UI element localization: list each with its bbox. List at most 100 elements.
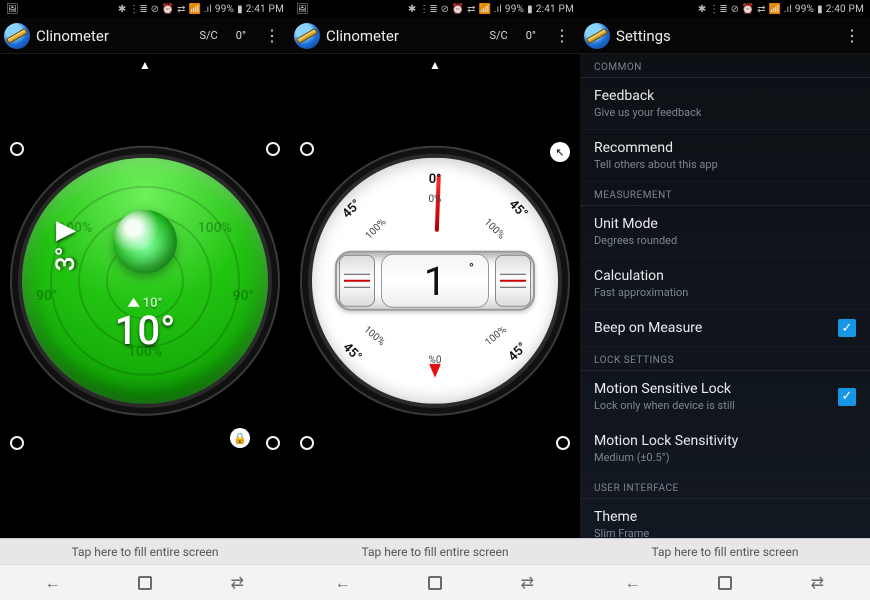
nav-back-icon[interactable]: ← — [613, 573, 653, 593]
settings-row-unit-mode[interactable]: Unit Mode Degrees rounded — [580, 206, 870, 258]
status-bar: ✱ ⋮≣ ⊘ ⏰ ⇄ 📶 .ıl 99% ▮ 2:40 PM — [580, 0, 870, 18]
app-logo-icon — [294, 23, 320, 49]
odometer: 1° — [335, 251, 535, 311]
app-bar: Settings ⋮ — [580, 18, 870, 54]
corner-marker — [266, 436, 280, 450]
dial-pct: 100% — [481, 217, 506, 242]
checkbox-checked-icon[interactable]: ✓ — [838, 319, 856, 337]
pane-clinometer-bubble: 🖼 ✱ ⋮≣ ⊘ ⏰ ⇄ 📶 .ıl 99% ▮ 2:41 PM Clinome… — [0, 0, 290, 600]
gauge-canvas[interactable]: ▲ 🔒 90° 90° 100% 100% 100% 3°▶ 10° 10° — [0, 54, 290, 538]
gauge-canvas[interactable]: ▲ ↖ 0° 45° 45° 45° 45° 0% 100% 100% %0 1… — [290, 54, 580, 538]
clock: 2:40 PM — [826, 4, 864, 15]
notif-icon: 🖼 — [296, 4, 309, 15]
nav-recent-icon[interactable]: ⇄ — [217, 573, 257, 592]
clock: 2:41 PM — [246, 4, 284, 15]
faint-scale: 90° — [36, 288, 57, 304]
dial-pct: 100% — [361, 324, 387, 348]
corner-marker — [556, 436, 570, 450]
settings-row-feedback[interactable]: Feedback Give us your feedback — [580, 78, 870, 130]
checkbox-checked-icon[interactable]: ✓ — [838, 388, 856, 406]
android-nav-bar: ← ⇄ — [0, 564, 290, 600]
status-bar: 🖼 ✱ ⋮≣ ⊘ ⏰ ⇄ 📶 .ıl 99% ▮ 2:41 PM — [0, 0, 290, 18]
battery-pct: 99% — [215, 4, 234, 15]
app-bar: Clinometer S/C 0° ⋮ — [290, 18, 580, 54]
lock-button[interactable]: 🔒 — [230, 428, 250, 448]
section-header: MEASUREMENT — [580, 182, 870, 206]
corner-marker — [10, 142, 24, 156]
battery-pct: 99% — [505, 4, 524, 15]
nav-home-icon[interactable] — [428, 576, 442, 590]
settings-row-beep[interactable]: Beep on Measure ✓ — [580, 310, 870, 347]
app-title: Clinometer — [326, 27, 399, 45]
corner-marker — [300, 142, 314, 156]
fill-screen-hint[interactable]: Tap here to fill entire screen — [290, 538, 580, 564]
three-pane-layout: 🖼 ✱ ⋮≣ ⊘ ⏰ ⇄ 📶 .ıl 99% ▮ 2:41 PM Clinome… — [0, 0, 870, 600]
dial-label: 45° — [340, 340, 365, 365]
section-header: COMMON — [580, 54, 870, 78]
pane-clinometer-dial: 🖼 ✱ ⋮≣ ⊘ ⏰ ⇄ 📶 .ıl 99% ▮ 2:41 PM Clinome… — [290, 0, 580, 600]
app-logo-icon — [4, 23, 30, 49]
mode-sc-button[interactable]: S/C — [193, 29, 223, 42]
zero-deg-button[interactable]: 0° — [520, 29, 542, 42]
overflow-menu-icon[interactable]: ⋮ — [258, 28, 286, 44]
faint-scale: 100% — [198, 220, 232, 236]
corner-marker — [300, 436, 314, 450]
fill-screen-hint[interactable]: Tap here to fill entire screen — [0, 538, 290, 564]
angle-reading: 10° 10° — [115, 296, 176, 351]
section-header: LOCK SETTINGS — [580, 347, 870, 371]
side-angle-reading: 3°▶ — [51, 222, 81, 271]
dial-label: 45° — [506, 340, 531, 365]
corner-marker — [10, 436, 24, 450]
status-icons: ✱ ⋮≣ ⊘ ⏰ ⇄ 📶 .ıl — [698, 4, 792, 15]
dial-pct: 100% — [364, 217, 389, 242]
notif-icon: 🖼 — [6, 4, 19, 15]
app-bar: Clinometer S/C 0° ⋮ — [0, 18, 290, 54]
settings-row-motion-lock[interactable]: Motion Sensitive Lock Lock only when dev… — [580, 371, 870, 423]
dial-gauge: 0° 45° 45° 45° 45° 0% 100% 100% %0 100% … — [308, 154, 562, 408]
battery-pct: 99% — [795, 4, 814, 15]
bubble-gauge: 90° 90° 100% 100% 100% 3°▶ 10° 10° — [18, 154, 272, 408]
nav-home-icon[interactable] — [138, 576, 152, 590]
app-title: Settings — [616, 27, 671, 45]
faint-scale: 90° — [233, 288, 254, 304]
app-title: Clinometer — [36, 27, 109, 45]
status-bar: 🖼 ✱ ⋮≣ ⊘ ⏰ ⇄ 📶 .ıl 99% ▮ 2:41 PM — [290, 0, 580, 18]
zero-deg-button[interactable]: 0° — [230, 29, 252, 42]
status-icons: ✱ ⋮≣ ⊘ ⏰ ⇄ 📶 .ıl — [408, 4, 502, 15]
dial-pct: 100% — [483, 324, 509, 348]
nav-recent-icon[interactable]: ⇄ — [507, 573, 547, 592]
orientation-arrow-icon: ▲ — [139, 58, 151, 72]
orientation-arrow-icon: ▲ — [429, 58, 441, 72]
settings-list[interactable]: COMMON Feedback Give us your feedback Re… — [580, 54, 870, 538]
needle-bottom-icon — [429, 364, 441, 378]
settings-row-lock-sensitivity[interactable]: Motion Lock Sensitivity Medium (±0.5°) — [580, 423, 870, 475]
android-nav-bar: ← ⇄ — [290, 564, 580, 600]
fill-screen-hint[interactable]: Tap here to fill entire screen — [580, 538, 870, 564]
nav-recent-icon[interactable]: ⇄ — [797, 573, 837, 592]
corner-marker — [266, 142, 280, 156]
odometer-value: 1° — [381, 254, 489, 308]
settings-row-recommend[interactable]: Recommend Tell others about this app — [580, 130, 870, 182]
battery-icon: ▮ — [237, 4, 243, 15]
settings-row-calculation[interactable]: Calculation Fast approximation — [580, 258, 870, 310]
section-header: USER INTERFACE — [580, 475, 870, 499]
battery-icon: ▮ — [527, 4, 533, 15]
overflow-menu-icon[interactable]: ⋮ — [548, 28, 576, 44]
nav-home-icon[interactable] — [718, 576, 732, 590]
app-logo-icon — [584, 23, 610, 49]
mode-sc-button[interactable]: S/C — [483, 29, 513, 42]
battery-icon: ▮ — [817, 4, 823, 15]
dial-label: 45° — [340, 197, 365, 222]
main-angle: 10° — [115, 311, 176, 351]
clock: 2:41 PM — [536, 4, 574, 15]
dial-label: 45° — [506, 197, 531, 222]
dial-label: 0° — [429, 172, 441, 187]
overflow-menu-icon[interactable]: ⋮ — [838, 28, 866, 44]
pane-settings: ✱ ⋮≣ ⊘ ⏰ ⇄ 📶 .ıl 99% ▮ 2:40 PM Settings … — [580, 0, 870, 600]
nav-back-icon[interactable]: ← — [323, 573, 363, 593]
lock-button[interactable]: ↖ — [550, 142, 570, 162]
settings-row-theme[interactable]: Theme Slim Frame — [580, 499, 870, 538]
dial-pct: 0% — [429, 194, 442, 205]
android-nav-bar: ← ⇄ — [580, 564, 870, 600]
nav-back-icon[interactable]: ← — [33, 573, 73, 593]
